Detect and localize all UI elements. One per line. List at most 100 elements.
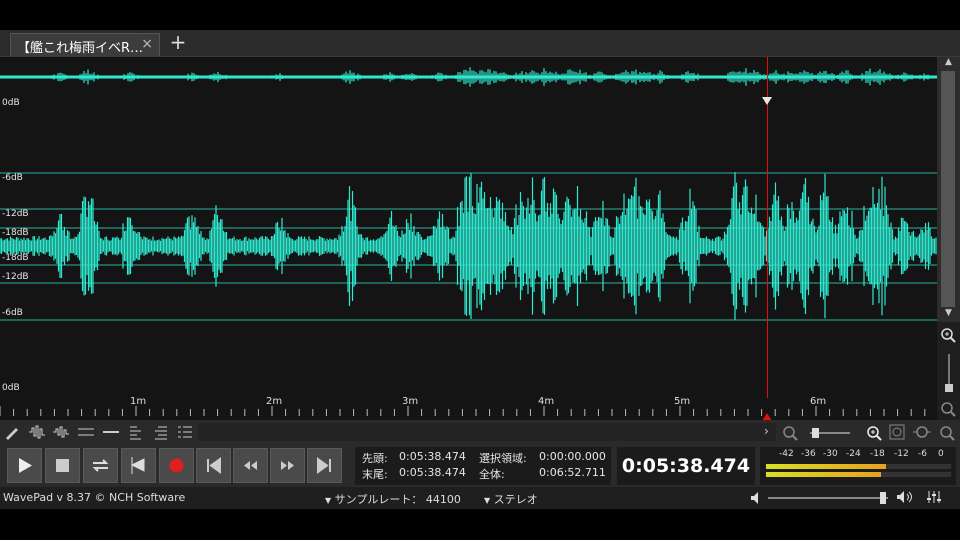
zoom-controls [783,424,955,441]
ruler-label: 4m [538,396,555,407]
db-label: -18dB [2,228,29,238]
vertical-zoom-panel [937,322,960,422]
volume-high-icon[interactable] [896,490,914,504]
tab-bar: 【艦これ梅雨イベR… × + [0,30,960,57]
mixer-icon[interactable] [926,490,942,504]
ruler-label: 2m [266,396,283,407]
fast-forward-icon [281,461,294,470]
volume-low-icon[interactable] [750,491,762,505]
zoom-out-icon[interactable] [941,402,956,417]
meter-scale-label: -42 [779,449,794,459]
meter-bar-left [766,464,951,469]
playhead-line[interactable] [767,57,768,420]
zoom-full-icon[interactable] [940,426,955,441]
sample-rate-label: サンプルレート： [334,493,423,506]
vertical-zoom-slider[interactable] [945,384,953,392]
channel-label: ステレオ [493,493,538,506]
selection-label: 選択領域: [479,452,527,465]
meter-scale-label: -12 [894,449,909,459]
status-bar: WavePad v 8.37 © NCH Software ▼ サンプルレート：… [0,487,960,509]
scrub-icon [130,457,145,474]
loop-button[interactable] [83,448,118,483]
waveform-both-icon[interactable] [77,423,95,441]
zoom-fit-icon[interactable] [913,426,931,438]
meter-scale-label: -36 [801,449,816,459]
meter-scale-label: -6 [918,449,927,459]
app-version: WavePad v 8.37 © NCH Software [3,491,186,504]
zoom-slider[interactable] [812,428,819,438]
scroll-thumb[interactable] [941,71,955,307]
go-to-end-button[interactable] [307,448,342,483]
ruler-label: 1m [130,396,147,407]
scrub-button[interactable] [121,448,156,483]
scroll-right-icon[interactable]: › [764,424,769,438]
total-label: 全体: [479,468,505,481]
sample-rate-value: 44100 [425,493,461,506]
record-button[interactable] [159,448,194,483]
zoom-out-icon[interactable] [783,426,798,441]
ruler-label: 5m [674,396,691,407]
tab-file[interactable]: 【艦これ梅雨イベR… × [10,33,160,56]
scroll-up-icon[interactable]: ▲ [937,57,960,71]
stop-icon [56,459,69,472]
start-label: 先頭: [362,452,388,465]
waveform-view[interactable]: 0dB -6dB -12dB -18dB -18dB -12dB -6dB 0d… [0,97,937,398]
pencil-icon[interactable] [3,423,21,441]
close-icon[interactable]: × [141,36,153,52]
play-icon [19,458,32,473]
position-info-panel: 先頭: 0:05:38.474 末尾: 0:05:38.474 選択領域: 0:… [355,447,611,485]
list-icon[interactable] [176,423,194,441]
ruler-label: 3m [402,396,419,407]
volume-handle[interactable] [880,492,886,504]
waveform-right-icon[interactable] [52,423,70,441]
waveform-icon[interactable] [28,423,46,441]
db-label: -18dB [2,253,29,263]
add-tab-button[interactable]: + [168,30,188,54]
meter-bar-right [766,472,951,477]
dropdown-arrow-icon: ▼ [484,496,491,505]
horizontal-scrollbar[interactable] [198,423,776,441]
meter-scale-label: -30 [823,449,838,459]
scroll-down-icon[interactable]: ▼ [937,308,960,322]
top-black-bar [0,0,960,30]
volume-slider[interactable] [768,492,888,504]
align-left-icon[interactable] [127,423,145,441]
meter-scale-label: 0 [938,449,944,459]
bottom-black-bar [0,509,960,540]
overview-svg [0,67,937,87]
waveform-svg [0,172,937,321]
record-icon [169,458,184,473]
start-value: 0:05:38.474 [399,450,466,463]
skip-end-icon [317,457,331,474]
rewind-icon [244,461,257,470]
skip-start-icon [207,457,221,474]
waveform-mute-icon[interactable] [102,423,120,441]
ruler-label: 6m [810,396,827,407]
play-button[interactable] [7,448,42,483]
align-right-icon[interactable] [152,423,170,441]
zoom-in-icon[interactable] [941,328,956,343]
total-value: 0:06:52.711 [539,466,606,479]
loop-icon [92,459,109,472]
channel-dropdown[interactable]: ▼ ステレオ [484,491,538,507]
tab-label: 【艦これ梅雨イベR… [17,41,144,56]
rewind-button[interactable] [233,448,268,483]
vertical-scrollbar[interactable]: ▲ ▼ [937,57,960,322]
meter-scale-label: -18 [870,449,885,459]
stop-button[interactable] [45,448,80,483]
zoom-selection-icon[interactable] [889,424,905,440]
fast-forward-button[interactable] [270,448,305,483]
db-label: 0dB [2,98,20,108]
db-label: -12dB [2,272,29,282]
selection-value: 0:00:00.000 [539,450,606,463]
playhead-marker[interactable] [762,97,772,105]
db-label: -6dB [2,173,23,183]
sample-rate-dropdown[interactable]: ▼ サンプルレート： 44100 [325,491,461,507]
dropdown-arrow-icon: ▼ [325,496,332,505]
end-label: 末尾: [362,468,388,481]
zoom-in-icon[interactable] [867,426,882,441]
time-ruler[interactable]: 1m 2m 3m 4m 5m 6m [0,396,937,420]
overview-waveform[interactable] [0,57,937,97]
end-value: 0:05:38.474 [399,466,466,479]
go-to-start-button[interactable] [196,448,231,483]
